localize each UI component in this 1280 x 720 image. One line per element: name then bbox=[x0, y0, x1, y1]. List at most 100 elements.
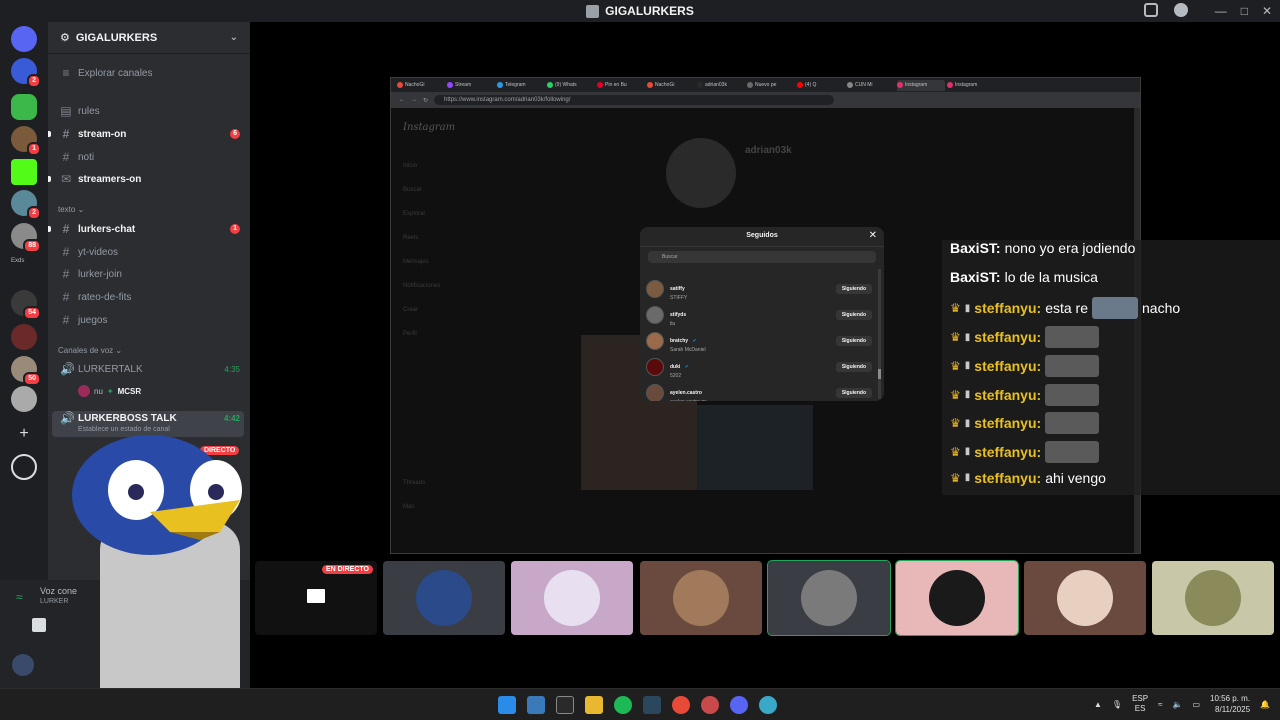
file-explorer-icon[interactable] bbox=[585, 696, 603, 714]
ig-nav-item[interactable]: Perfil bbox=[403, 331, 417, 337]
ig-nav-item[interactable]: Explorar bbox=[403, 211, 425, 217]
voice-user[interactable]: nu ✦ MCSR bbox=[78, 385, 141, 397]
instagram-logo[interactable]: Instagram bbox=[403, 122, 455, 133]
back-icon[interactable]: ← bbox=[399, 97, 405, 103]
following-row[interactable]: bratchy ✔ Sarah McDaniel Siguiendo bbox=[646, 329, 872, 353]
following-button[interactable]: Siguiendo bbox=[835, 336, 872, 346]
following-username[interactable]: bratchy bbox=[670, 338, 688, 344]
chevron-up-icon[interactable]: ▲ bbox=[1094, 700, 1102, 709]
explore-channels[interactable]: ≡ Explorar canales bbox=[56, 63, 246, 83]
discord-icon[interactable] bbox=[730, 696, 748, 714]
browser-tab[interactable]: Stream bbox=[447, 80, 495, 91]
close-icon[interactable]: ✕ bbox=[869, 230, 877, 241]
browser-tab[interactable]: NachoGi bbox=[647, 80, 695, 91]
channel-rateo-de-fits[interactable]: # rateo-de-fits bbox=[56, 287, 246, 307]
steam-icon[interactable] bbox=[643, 696, 661, 714]
spotify-icon[interactable] bbox=[614, 696, 632, 714]
following-button[interactable]: Siguiendo bbox=[835, 310, 872, 320]
category-texto[interactable]: texto ⌄ bbox=[58, 205, 84, 214]
channel-juegos[interactable]: # juegos bbox=[56, 310, 246, 330]
browser-tab[interactable]: Pin en Bu bbox=[597, 80, 645, 91]
participant-2[interactable] bbox=[383, 561, 506, 635]
discover-icon[interactable] bbox=[11, 454, 37, 480]
profile-avatar[interactable] bbox=[666, 138, 736, 208]
clock[interactable]: 10:56 p. m. 8/11/2025 bbox=[1210, 693, 1250, 715]
app-icon[interactable] bbox=[759, 696, 777, 714]
wifi-icon[interactable]: ≈ bbox=[1158, 700, 1162, 709]
server-icon[interactable]: 2 bbox=[11, 190, 41, 220]
ig-nav-item[interactable]: Crear bbox=[403, 307, 418, 313]
avatar[interactable] bbox=[646, 306, 664, 324]
browser-tab[interactable]: Instagram bbox=[947, 80, 995, 91]
participant-6[interactable] bbox=[895, 560, 1019, 636]
language-indicator[interactable]: ESP ES bbox=[1132, 694, 1148, 714]
channel-noti[interactable]: # noti bbox=[56, 147, 246, 167]
channel-yt-videos[interactable]: # yt-videos bbox=[56, 242, 246, 262]
server-icon[interactable] bbox=[11, 386, 37, 412]
search-input[interactable]: Buscar bbox=[648, 251, 876, 263]
kick-server-icon[interactable] bbox=[11, 159, 37, 185]
browser-tab[interactable]: NachoGi bbox=[397, 80, 445, 91]
participant-3[interactable] bbox=[511, 561, 634, 635]
avatar[interactable] bbox=[646, 384, 664, 401]
server-icon[interactable]: 1 bbox=[11, 126, 41, 156]
volume-icon[interactable]: 🔈 bbox=[1172, 700, 1182, 709]
browser-tab[interactable]: CUN Mi bbox=[847, 80, 895, 91]
avatar[interactable] bbox=[646, 280, 664, 298]
ig-nav-item[interactable]: Buscar bbox=[403, 187, 422, 193]
following-username[interactable]: ayelen.castro bbox=[670, 390, 702, 396]
ig-nav-item[interactable]: Mensajes bbox=[403, 259, 429, 265]
following-username[interactable]: duki bbox=[670, 364, 680, 370]
app-icon[interactable] bbox=[701, 696, 719, 714]
channel-rules[interactable]: ▤ rules bbox=[56, 101, 246, 121]
url-input[interactable]: https://www.instagram.com/adrian03k/foll… bbox=[434, 95, 835, 105]
draw-icon[interactable] bbox=[32, 618, 46, 632]
ig-nav-item[interactable]: Más bbox=[403, 504, 414, 510]
app-icon[interactable] bbox=[556, 696, 574, 714]
reload-icon[interactable]: ↻ bbox=[423, 97, 428, 104]
browser-tab[interactable]: Instagram bbox=[897, 79, 945, 91]
channel-streamers-on[interactable]: ✉ streamers-on bbox=[56, 169, 246, 189]
channel-stream-on[interactable]: # stream-on 6 bbox=[56, 124, 246, 144]
voice-channel-name[interactable]: LURKER bbox=[40, 598, 68, 605]
server-icon[interactable]: 2 bbox=[11, 58, 41, 88]
forward-icon[interactable]: → bbox=[411, 97, 417, 103]
browser-tab[interactable]: Nuevo pe bbox=[747, 80, 795, 91]
server-icon[interactable]: 50 bbox=[11, 356, 41, 386]
following-row[interactable]: stifyds tiu Siguiendo bbox=[646, 303, 872, 327]
inbox-icon[interactable] bbox=[1144, 3, 1158, 17]
close-icon[interactable]: ✕ bbox=[1262, 4, 1272, 18]
notifications-icon[interactable]: 🔔 bbox=[1260, 700, 1270, 709]
following-row[interactable]: satiffy STIFFY Siguiendo bbox=[646, 277, 872, 301]
modal-scrollbar[interactable] bbox=[878, 269, 881, 399]
discord-home-icon[interactable] bbox=[11, 26, 37, 52]
ig-nav-item[interactable]: Inicio bbox=[403, 163, 417, 169]
following-button[interactable]: Siguiendo bbox=[835, 362, 872, 372]
add-server-icon[interactable]: + bbox=[11, 422, 37, 448]
server-icon[interactable] bbox=[11, 324, 37, 350]
scrollbar-thumb[interactable] bbox=[878, 369, 881, 379]
user-avatar[interactable] bbox=[12, 654, 34, 676]
profile-post[interactable] bbox=[697, 405, 813, 490]
avatar[interactable] bbox=[646, 332, 664, 350]
avatar[interactable] bbox=[646, 358, 664, 376]
chrome-icon[interactable] bbox=[672, 696, 690, 714]
server-icon[interactable]: 88 bbox=[11, 223, 41, 253]
channel-lurker-join[interactable]: # lurker-join bbox=[56, 264, 246, 284]
browser-tab[interactable]: (4) Q bbox=[797, 80, 845, 91]
help-icon[interactable] bbox=[1174, 3, 1188, 17]
following-button[interactable]: Siguiendo bbox=[835, 388, 872, 398]
voice-channel-lurkertalk[interactable]: 🔊 LURKERTALK 4:35 bbox=[56, 359, 246, 379]
following-username[interactable]: stifyds bbox=[670, 312, 686, 318]
participant-5[interactable] bbox=[766, 560, 891, 636]
server-icon[interactable] bbox=[11, 94, 37, 120]
browser-tab[interactable]: adrian03k bbox=[697, 80, 745, 91]
ig-nav-item[interactable]: Notificaciones bbox=[403, 283, 440, 289]
server-header[interactable]: ⚙ GIGALURKERS ⌄ bbox=[48, 22, 250, 54]
following-username[interactable]: satiffy bbox=[670, 286, 685, 292]
battery-icon[interactable]: ▭ bbox=[1192, 700, 1200, 709]
ig-nav-item[interactable]: Threads bbox=[403, 480, 425, 486]
server-icon[interactable]: 54 bbox=[11, 290, 41, 320]
participant-4[interactable] bbox=[639, 561, 762, 635]
channel-lurkers-chat[interactable]: # lurkers-chat 1 bbox=[56, 219, 246, 239]
